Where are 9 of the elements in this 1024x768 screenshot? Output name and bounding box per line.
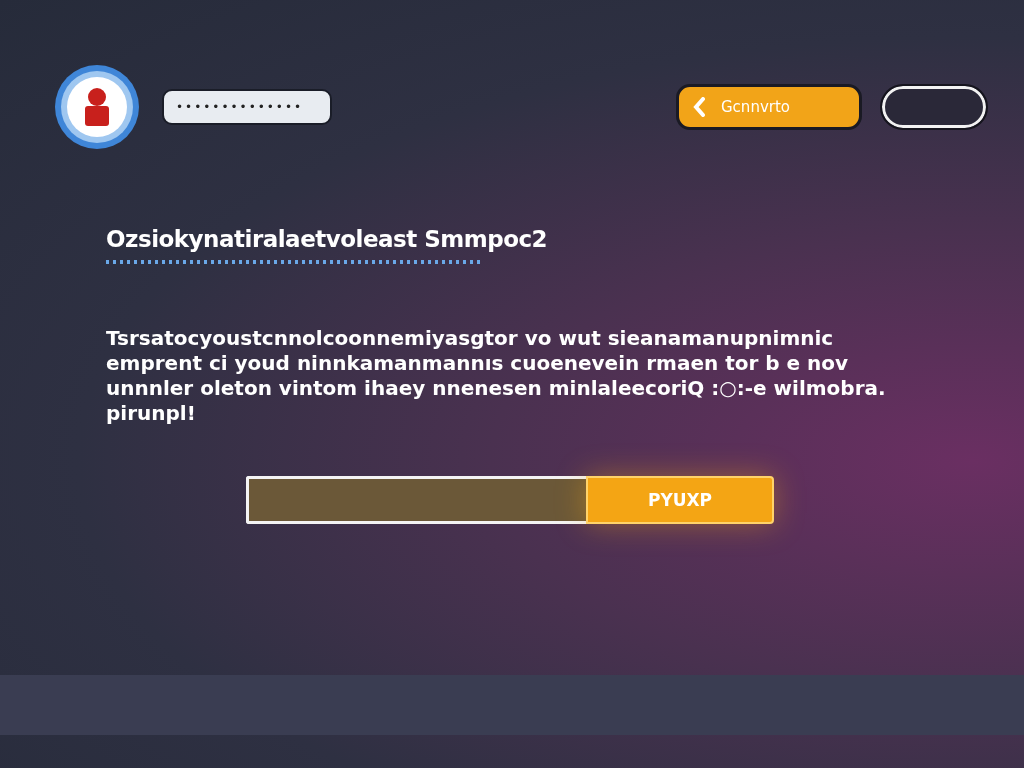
text-field[interactable]: •••••••••••••• bbox=[162, 89, 332, 125]
heading: Ozsiokynatiralaetvoleast Smmpoc2 bbox=[106, 226, 549, 252]
chevron-left-icon bbox=[693, 97, 705, 117]
body-text: Tsrsatocyoustcnnolcoonnemiyasgtor vo wut sieanamanupnimnic emprent ci youd ninnkamanmannıs cuoenevein rmaen tor b e nov unnnler oleton vintom ihaey nnenesen minlaleecoriQ :○:-e wilmobra. pirunpl! bbox=[106, 326, 887, 426]
outline-button[interactable] bbox=[882, 86, 986, 128]
avatar-icon[interactable] bbox=[52, 62, 142, 152]
input-field[interactable] bbox=[246, 476, 586, 524]
submit-button[interactable]: PYUXP bbox=[586, 476, 774, 524]
back-button[interactable]: Gcnnvrto bbox=[676, 84, 862, 130]
